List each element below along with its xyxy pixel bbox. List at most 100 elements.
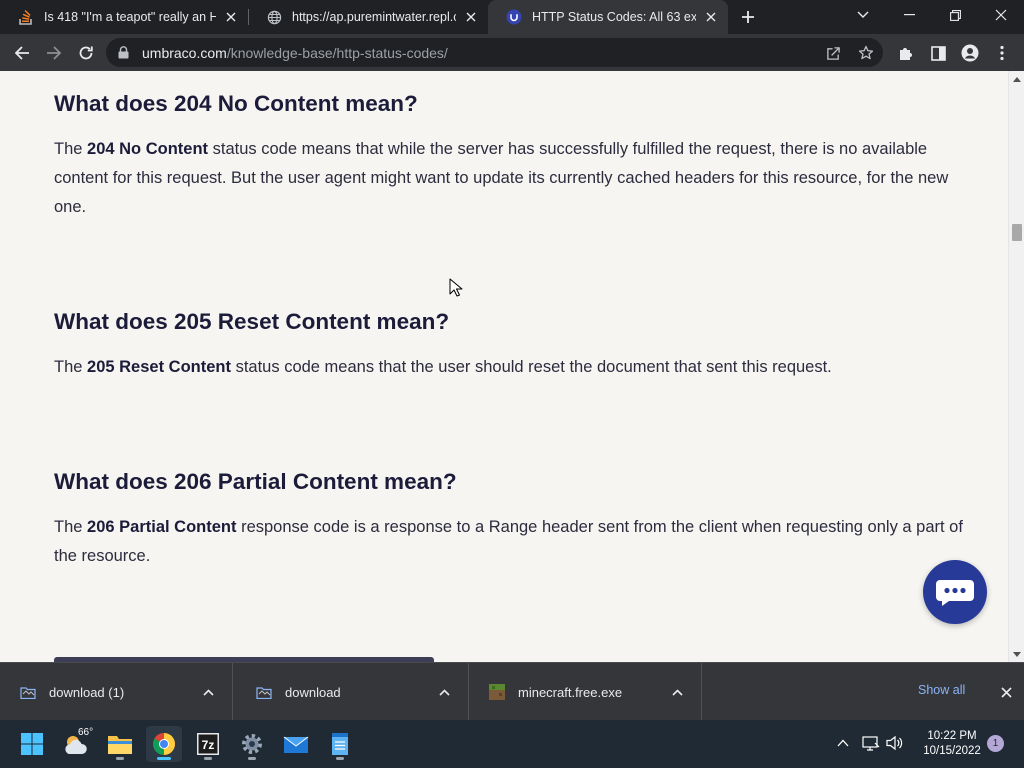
- chat-button[interactable]: [923, 560, 987, 624]
- minimize-button[interactable]: [886, 0, 932, 30]
- 7zip-icon: 7z: [197, 733, 219, 755]
- running-indicator: [204, 757, 212, 760]
- windows-logo-icon: [21, 733, 43, 755]
- page-scrollbar[interactable]: [1008, 71, 1024, 662]
- chrome-icon: [153, 733, 175, 755]
- new-tab-button[interactable]: [736, 5, 760, 29]
- volume-icon[interactable]: [884, 732, 906, 754]
- download-filename: download: [285, 684, 341, 700]
- download-item[interactable]: download (1): [0, 663, 233, 721]
- chevron-up-icon[interactable]: [669, 684, 685, 700]
- download-filename: download (1): [49, 684, 125, 700]
- scroll-down-icon[interactable]: [1013, 650, 1021, 658]
- close-window-button[interactable]: [978, 0, 1024, 30]
- bookmark-star-icon[interactable]: [855, 42, 877, 64]
- umbraco-icon: [506, 9, 522, 25]
- tab-title: Is 418 "I'm a teapot" really an HT: [44, 10, 216, 24]
- tab-puremintwater[interactable]: https://ap.puremintwater.repl.co: [248, 0, 488, 34]
- address-bar[interactable]: umbraco.com/knowledge-base/http-status-c…: [106, 38, 883, 67]
- tab-close-icon[interactable]: [462, 8, 480, 26]
- restore-icon: [949, 9, 961, 21]
- settings-button[interactable]: [234, 726, 270, 762]
- show-hidden-icons-button[interactable]: [832, 732, 854, 754]
- tab-close-icon[interactable]: [222, 8, 240, 26]
- tab-title: https://ap.puremintwater.repl.co: [292, 10, 456, 24]
- folder-icon: [108, 736, 132, 754]
- running-indicator: [248, 757, 256, 760]
- running-indicator: [336, 757, 344, 760]
- download-bar: download (1) download minecraft.free.exe…: [0, 662, 1024, 721]
- mouse-cursor-icon: [449, 278, 463, 298]
- download-filename: minecraft.free.exe: [518, 684, 623, 700]
- page-content: What does 204 No Content mean? The 204 N…: [0, 71, 1008, 662]
- status-term: 204 No Content: [87, 140, 209, 158]
- text-prefix: The: [54, 518, 88, 536]
- reload-button[interactable]: [72, 39, 100, 67]
- network-icon[interactable]: [860, 732, 882, 754]
- close-icon: [995, 9, 1007, 21]
- notification-badge[interactable]: 1: [987, 735, 1004, 752]
- arrow-right-icon: [47, 46, 62, 60]
- download-item[interactable]: download: [236, 663, 469, 721]
- profile-icon: [961, 44, 979, 62]
- file-icon: [20, 684, 36, 700]
- tab-title: HTTP Status Codes: All 63 explain: [532, 10, 696, 24]
- download-item[interactable]: minecraft.free.exe: [469, 663, 702, 721]
- section-text-205: The 205 Reset Content status code means …: [54, 353, 964, 382]
- status-term: 205 Reset Content: [87, 358, 231, 376]
- section-heading-206: What does 206 Partial Content mean?: [54, 469, 457, 494]
- minimize-icon: [903, 14, 915, 16]
- chevron-up-icon[interactable]: [200, 684, 216, 700]
- status-term: 206 Partial Content: [87, 518, 237, 536]
- share-icon[interactable]: [822, 42, 844, 64]
- file-icon: [256, 684, 272, 700]
- tab-http-status-codes[interactable]: HTTP Status Codes: All 63 explain: [488, 0, 728, 34]
- chevron-up-icon[interactable]: [436, 684, 452, 700]
- restore-button[interactable]: [932, 0, 978, 30]
- start-button[interactable]: [14, 726, 50, 762]
- chrome-taskbar-button[interactable]: [146, 726, 182, 762]
- text-body: status code means that the user should r…: [231, 358, 832, 376]
- taskbar-clock[interactable]: 10:22 PM 10/15/2022: [916, 729, 988, 759]
- menu-button[interactable]: [988, 39, 1016, 67]
- weather-widget[interactable]: 66°: [58, 726, 94, 762]
- svg-text:7z: 7z: [202, 738, 215, 752]
- kebab-menu-icon: [1000, 45, 1004, 61]
- lock-icon[interactable]: [118, 46, 130, 59]
- extensions-button[interactable]: [892, 39, 920, 67]
- close-download-bar-button[interactable]: [997, 683, 1015, 701]
- scrollbar-thumb[interactable]: [1012, 224, 1022, 241]
- forward-button[interactable]: [40, 39, 68, 67]
- address-url: umbraco.com/knowledge-base/http-status-c…: [142, 45, 448, 61]
- tab-teapot-question[interactable]: Is 418 "I'm a teapot" really an HT: [0, 0, 248, 34]
- windows-taskbar: 66° 7z 10:22 PM 10/15/2022 1: [0, 720, 1024, 768]
- tab-close-icon[interactable]: [702, 8, 720, 26]
- file-explorer-button[interactable]: [102, 726, 138, 762]
- arrow-left-icon: [14, 46, 29, 60]
- section-heading-205: What does 205 Reset Content mean?: [54, 309, 450, 334]
- tab-search-button[interactable]: [840, 0, 886, 30]
- side-panel-icon: [930, 45, 946, 61]
- mail-button[interactable]: [278, 726, 314, 762]
- reload-icon: [79, 46, 93, 60]
- text-prefix: The: [54, 140, 88, 158]
- text-prefix: The: [54, 358, 88, 376]
- back-button[interactable]: [8, 39, 36, 67]
- notepad-button[interactable]: [322, 726, 358, 762]
- profile-button[interactable]: [956, 39, 984, 67]
- show-all-downloads-link[interactable]: Show all: [918, 683, 965, 697]
- chevron-up-icon: [837, 739, 849, 747]
- side-panel-button[interactable]: [924, 39, 952, 67]
- notepad-icon: [332, 733, 348, 755]
- globe-icon: [266, 9, 282, 25]
- 7zip-button[interactable]: 7z: [190, 726, 226, 762]
- scroll-up-icon[interactable]: [1013, 75, 1021, 83]
- clock-date: 10/15/2022: [923, 745, 981, 757]
- browser-toolbar: umbraco.com/knowledge-base/http-status-c…: [0, 34, 1024, 71]
- section-text-204: The 204 No Content status code means tha…: [54, 135, 964, 222]
- tab-strip: Is 418 "I'm a teapot" really an HT https…: [0, 0, 1024, 34]
- running-indicator: [157, 757, 171, 760]
- minecraft-icon: [489, 684, 505, 700]
- mail-icon: [283, 736, 309, 753]
- chevron-down-icon: [857, 11, 869, 18]
